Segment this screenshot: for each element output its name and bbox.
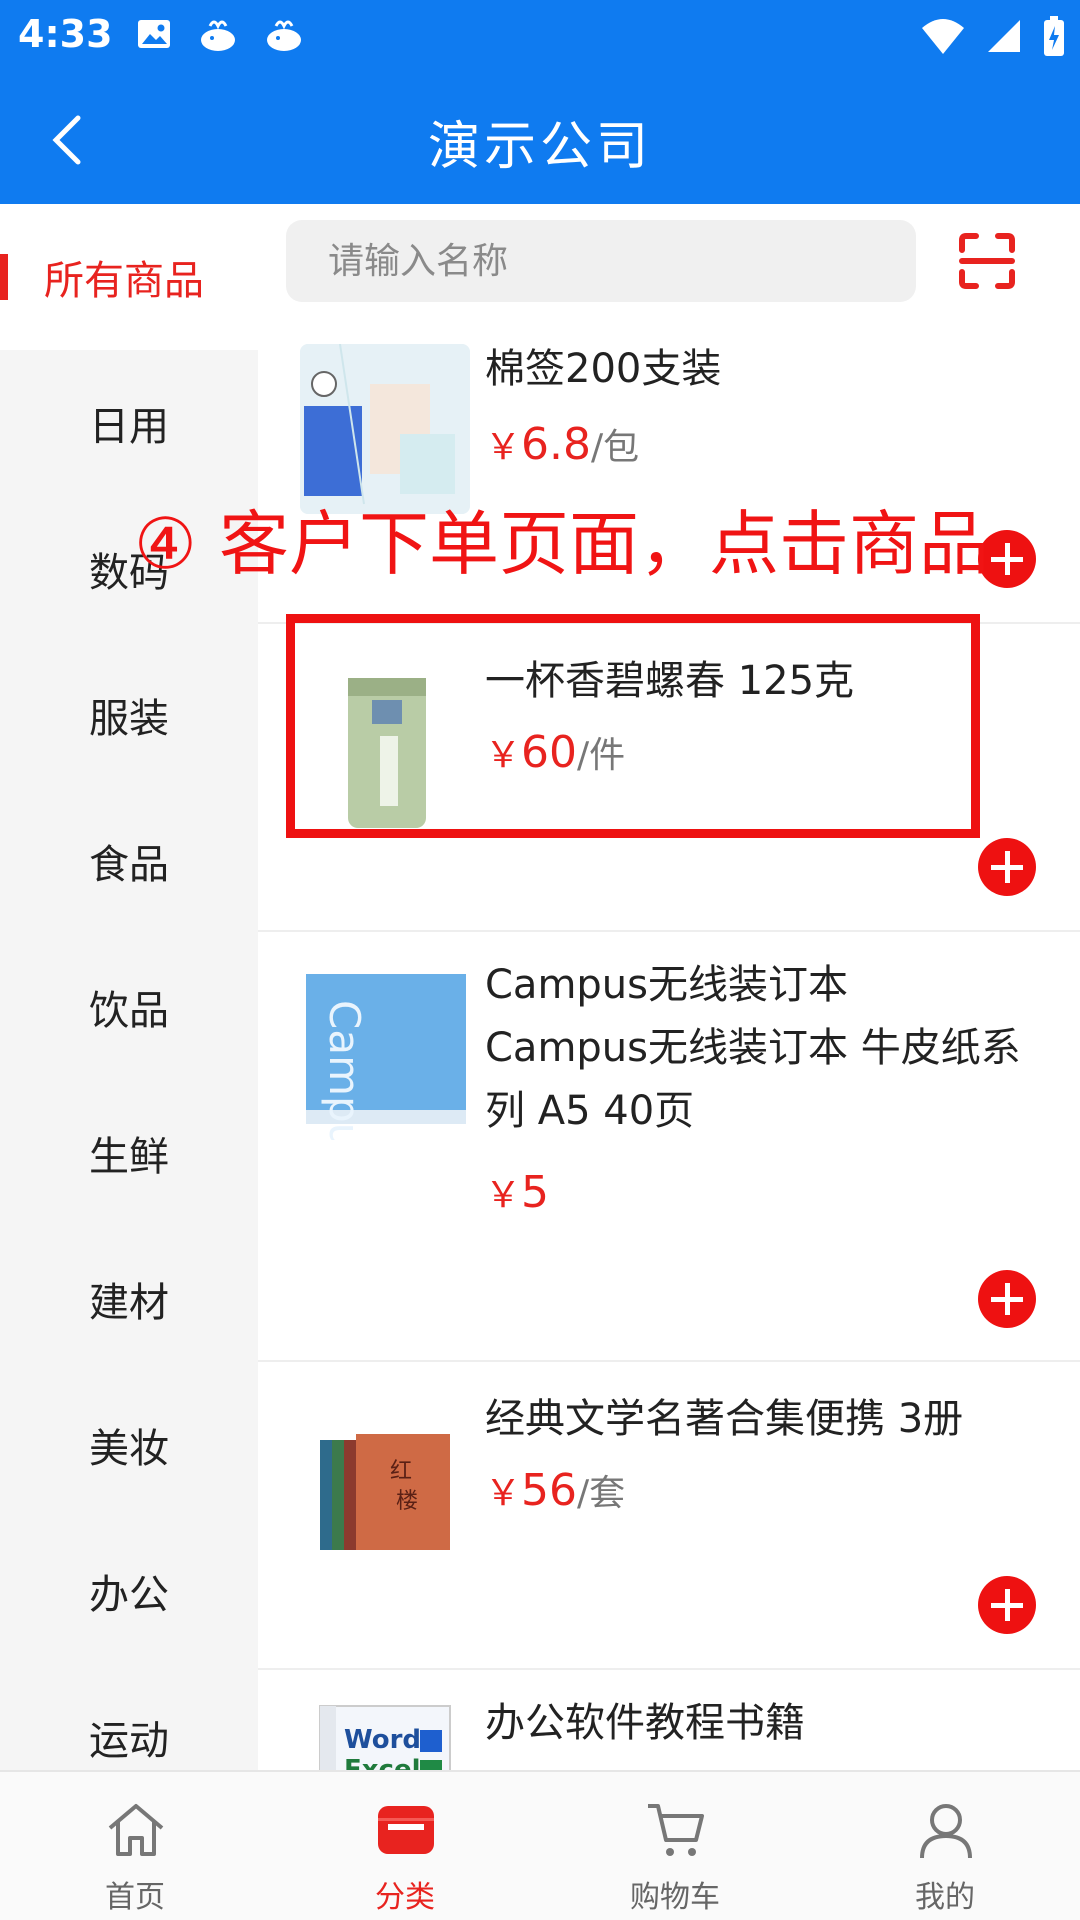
nav-label: 分类 bbox=[375, 1880, 435, 1915]
product-image: 红 楼 bbox=[300, 1404, 470, 1574]
signal-icon bbox=[988, 20, 1020, 52]
add-to-cart-button[interactable] bbox=[978, 1576, 1036, 1634]
bottom-nav: 首页 分类 购物车 我的 bbox=[0, 1770, 1080, 1920]
whale-app-icon bbox=[267, 20, 301, 51]
svg-text:Excel: Excel bbox=[344, 1755, 421, 1770]
search-box bbox=[286, 220, 916, 302]
app-header: 演示公司 bbox=[0, 74, 1080, 204]
image-icon bbox=[138, 20, 170, 48]
status-time: 4:33 bbox=[18, 12, 113, 56]
sidebar-item-drinks[interactable]: 饮品 bbox=[0, 934, 258, 1080]
nav-category[interactable]: 分类 bbox=[270, 1772, 540, 1920]
sidebar-item-all-products[interactable]: 所有商品 bbox=[0, 204, 258, 350]
nav-cart[interactable]: 购物车 bbox=[540, 1772, 810, 1920]
notification-icons bbox=[134, 14, 306, 58]
product-name: Campus无线装订本 Campus无线装订本 牛皮纸系列 A5 40页 bbox=[485, 962, 1021, 1134]
product-name: 棉签200支装 bbox=[485, 346, 722, 392]
nav-label: 购物车 bbox=[630, 1880, 720, 1915]
sidebar-item-daily[interactable]: 日用 bbox=[0, 350, 258, 496]
product-item[interactable]: Campus Campus无线装订本 Campus无线装订本 牛皮纸系列 A5 … bbox=[258, 934, 1080, 1362]
search-input[interactable] bbox=[286, 220, 916, 302]
svg-text:红: 红 bbox=[390, 1459, 412, 1484]
nav-label: 我的 bbox=[915, 1880, 975, 1915]
sidebar-item-office[interactable]: 办公 bbox=[0, 1518, 258, 1664]
add-to-cart-button[interactable] bbox=[978, 838, 1036, 896]
battery-charging-icon bbox=[1044, 16, 1064, 56]
page-title: 演示公司 bbox=[427, 117, 652, 177]
svg-text:Campus: Campus bbox=[320, 1000, 369, 1140]
nav-label: 首页 bbox=[105, 1880, 165, 1915]
home-icon bbox=[108, 1804, 164, 1856]
highlight-box bbox=[286, 614, 980, 838]
product-price: ￥6.8/包 bbox=[485, 419, 640, 470]
product-price: ￥56/套 bbox=[485, 1465, 626, 1516]
category-shop-icon bbox=[378, 1806, 434, 1854]
status-bar: 4:33 bbox=[0, 0, 1080, 74]
system-icons bbox=[920, 14, 1066, 58]
product-name: 办公软件教程书籍 bbox=[485, 1700, 805, 1746]
product-item[interactable]: 红 楼 经典文学名著合集便携 3册 ￥56/套 bbox=[258, 1364, 1080, 1670]
product-image: Campus bbox=[300, 970, 470, 1140]
scan-button[interactable] bbox=[958, 232, 1016, 290]
cart-icon bbox=[648, 1804, 704, 1856]
svg-text:楼: 楼 bbox=[396, 1489, 418, 1514]
product-name: 经典文学名著合集便携 3册 bbox=[485, 1396, 964, 1442]
sidebar-item-beauty[interactable]: 美妆 bbox=[0, 1372, 258, 1518]
sidebar-item-fresh[interactable]: 生鲜 bbox=[0, 1080, 258, 1226]
wifi-icon bbox=[922, 19, 964, 54]
product-image: Word Excel bbox=[300, 1700, 470, 1770]
category-sidebar: 所有商品 日用 数码 服装 食品 饮品 生鲜 建材 美妆 办公 运动 bbox=[0, 204, 258, 1770]
whale-app-icon bbox=[201, 20, 235, 51]
user-icon bbox=[920, 1804, 972, 1859]
annotation-text: ④ 客户下单页面，点击商品 bbox=[134, 503, 990, 585]
sidebar-item-clothing[interactable]: 服装 bbox=[0, 642, 258, 788]
svg-text:Word: Word bbox=[344, 1725, 421, 1755]
add-to-cart-button[interactable] bbox=[978, 1270, 1036, 1328]
product-item[interactable]: Word Excel 办公软件教程书籍 bbox=[258, 1672, 1080, 1770]
product-price: ￥5 bbox=[485, 1167, 550, 1218]
nav-home[interactable]: 首页 bbox=[0, 1772, 270, 1920]
nav-mine[interactable]: 我的 bbox=[810, 1772, 1080, 1920]
scan-icon bbox=[959, 233, 1015, 289]
sidebar-item-food[interactable]: 食品 bbox=[0, 788, 258, 934]
sidebar-item-building[interactable]: 建材 bbox=[0, 1226, 258, 1372]
